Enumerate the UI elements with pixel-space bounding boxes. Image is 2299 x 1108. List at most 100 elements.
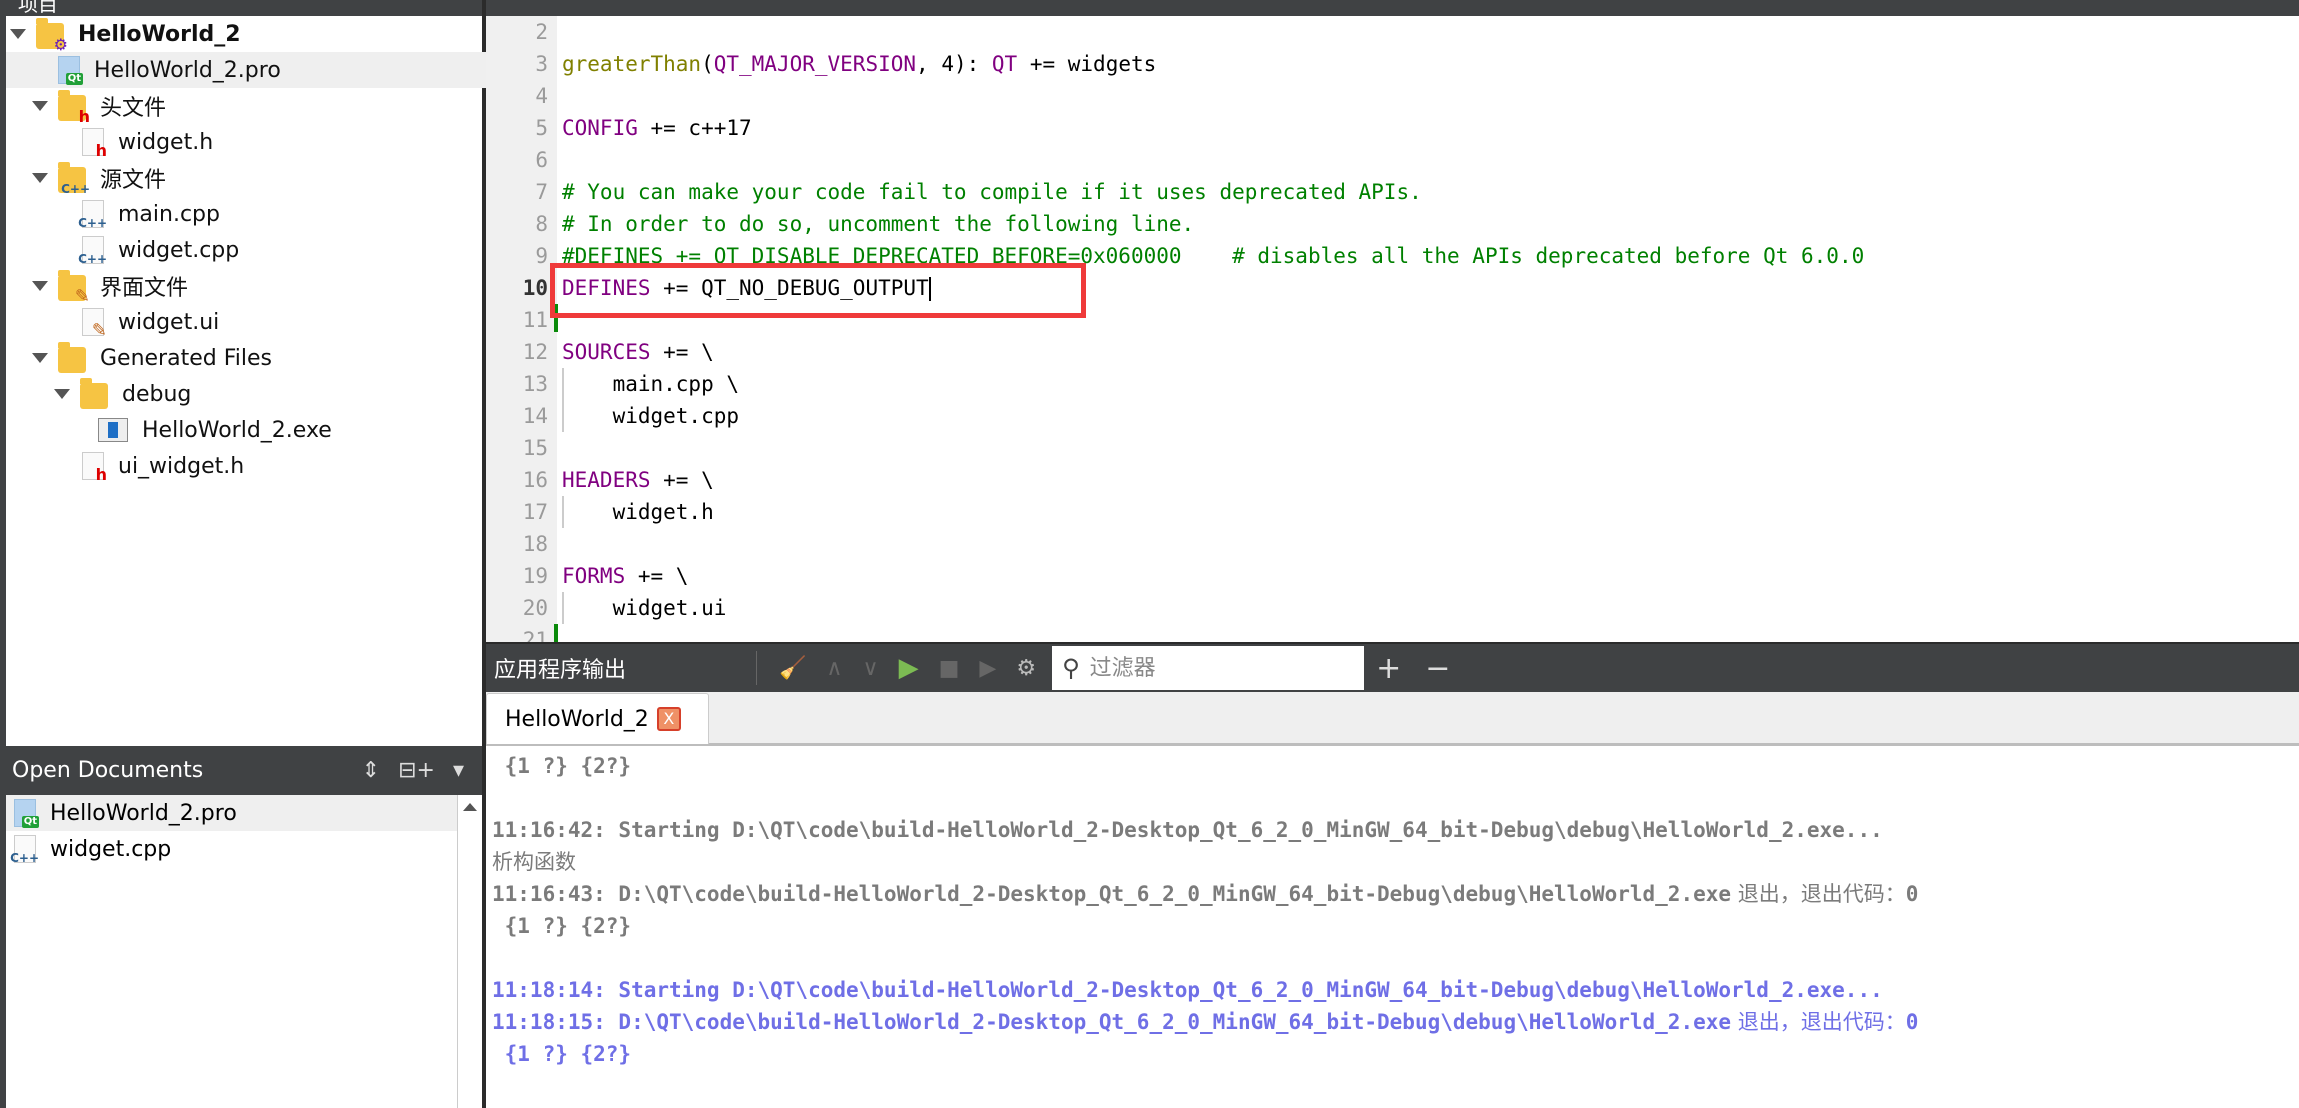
- attach-debugger-icon[interactable]: ▶: [979, 656, 996, 681]
- tree-item-forms-folder[interactable]: ✎ 界面文件: [6, 268, 508, 306]
- tree-item-widget-cpp[interactable]: C++ widget.cpp: [6, 232, 558, 268]
- line-number: 9: [535, 244, 548, 268]
- sort-updown-icon[interactable]: ⇕: [362, 758, 380, 783]
- tree-item-label: HelloWorld_2: [78, 21, 241, 47]
- expand-arrow-icon[interactable]: [54, 389, 70, 399]
- code-line-17[interactable]: widget.h: [562, 496, 714, 528]
- zoom-in-plus-icon[interactable]: +: [1376, 651, 1401, 686]
- stop-icon[interactable]: ■: [939, 656, 960, 681]
- cpp-file-icon: C++: [10, 835, 39, 864]
- tree-item-main-cpp[interactable]: C++ main.cpp: [6, 196, 558, 232]
- output-pane-toolbar: 应用程序输出 🧹 ∧ ∨ ▶ ■ ▶ ⚙ ⚲ + −: [486, 642, 2299, 692]
- header-file-icon: h: [82, 452, 107, 483]
- scrollbar-vertical[interactable]: [457, 795, 482, 1108]
- open-document-item[interactable]: Qt HelloWorld_2.pro: [6, 795, 458, 831]
- code-line-14[interactable]: widget.cpp: [562, 400, 739, 432]
- cpp-file-icon: C++: [78, 200, 107, 229]
- line-number: 16: [522, 468, 548, 492]
- tree-item-label: 源文件: [100, 168, 167, 193]
- project-panel-header: 项目: [0, 0, 482, 16]
- project-panel-title[interactable]: 项目: [18, 0, 58, 17]
- open-documents-header: Open Documents ⇕ ⊟+ ▾: [0, 746, 482, 795]
- tree-item-label: 头文件: [100, 96, 167, 121]
- expand-arrow-icon[interactable]: [32, 281, 48, 291]
- expand-arrow-icon[interactable]: [32, 353, 48, 363]
- tree-item-label: main.cpp: [118, 201, 220, 227]
- open-document-item[interactable]: C++ widget.cpp: [6, 831, 458, 867]
- output-tab-strip: HelloWorld_2 X: [486, 692, 2299, 746]
- token-text: += \: [650, 468, 714, 492]
- code-line-19[interactable]: FORMS += \: [562, 560, 688, 592]
- tree-item-project[interactable]: ⚙ HelloWorld_2: [6, 16, 486, 53]
- tree-item-label: ui_widget.h: [118, 453, 245, 479]
- code-line-3[interactable]: greaterThan(QT_MAJOR_VERSION, 4): QT += …: [562, 48, 1156, 80]
- open-document-label: HelloWorld_2.pro: [50, 800, 237, 826]
- line-number: 5: [535, 116, 548, 140]
- qt-pro-file-icon: Qt: [58, 56, 83, 85]
- tree-item-widget-ui[interactable]: ✎ widget.ui: [6, 304, 558, 340]
- filter-box[interactable]: ⚲: [1052, 646, 1365, 690]
- output-text: 11:18:15: D:\QT\code\build-HelloWorld_2-…: [492, 1010, 1732, 1034]
- line-number: 17: [522, 500, 548, 524]
- open-documents-list: Qt HelloWorld_2.pro C++ widget.cpp: [0, 795, 482, 1108]
- tree-item-generated-files[interactable]: Generated Files: [6, 340, 508, 376]
- zoom-out-minus-icon[interactable]: −: [1425, 651, 1450, 686]
- tree-item-debug-folder[interactable]: debug: [6, 376, 530, 412]
- expand-arrow-icon[interactable]: [32, 173, 48, 183]
- token-text: += c++17: [637, 116, 752, 140]
- expand-arrow-icon[interactable]: [32, 101, 48, 111]
- expand-arrow-icon[interactable]: [10, 29, 26, 39]
- code-editor[interactable]: [557, 16, 2299, 642]
- close-pane-dropdown-icon[interactable]: ▾: [453, 758, 464, 783]
- output-tab[interactable]: HelloWorld_2 X: [486, 693, 709, 744]
- output-exit-label: 退出，退出代码：: [1731, 882, 1906, 906]
- output-exit-label: 退出，退出代码：: [1731, 1010, 1906, 1034]
- tree-item-ui-widget-h[interactable]: h ui_widget.h: [6, 448, 558, 484]
- search-icon: ⚲: [1062, 654, 1080, 682]
- tree-item-sources-folder[interactable]: C++ 源文件: [6, 160, 508, 196]
- code-line-16[interactable]: HEADERS += \: [562, 464, 714, 496]
- tree-item-headers-folder[interactable]: h 头文件: [6, 88, 508, 125]
- code-line-12[interactable]: SOURCES += \: [562, 336, 714, 368]
- code-line-13[interactable]: main.cpp \: [562, 368, 739, 400]
- output-text: 11:16:43: D:\QT\code\build-HelloWorld_2-…: [492, 882, 1732, 906]
- line-number: 20: [522, 596, 548, 620]
- output-line: 11:16:42: Starting D:\QT\code\build-Hell…: [492, 818, 1883, 842]
- split-add-icon[interactable]: ⊟+: [398, 758, 435, 783]
- line-number: 3: [535, 52, 548, 76]
- previous-item-chevron-up-icon[interactable]: ∧: [826, 656, 842, 681]
- line-number: 10: [522, 276, 548, 300]
- change-marker: [554, 624, 558, 642]
- next-item-chevron-down-icon[interactable]: ∨: [863, 656, 879, 681]
- qt-pro-file-icon: Qt: [14, 799, 39, 828]
- close-tab-icon[interactable]: X: [656, 707, 681, 731]
- output-pane-title: 应用程序输出: [494, 658, 627, 683]
- tree-item-widget-h[interactable]: h widget.h: [6, 124, 558, 160]
- folder-icon: [58, 342, 86, 373]
- exit-code: 0: [1905, 1010, 1919, 1034]
- indent-guide: [562, 592, 564, 624]
- clear-output-broom-icon[interactable]: 🧹: [779, 656, 806, 681]
- token-punct: , 4):: [916, 52, 992, 76]
- scroll-up-arrow-icon[interactable]: [463, 803, 477, 811]
- cpp-file-icon: C++: [78, 236, 107, 265]
- settings-gear-icon[interactable]: ⚙: [1016, 656, 1036, 681]
- code-line-8[interactable]: # In order to do so, uncomment the follo…: [562, 208, 1194, 240]
- token-keyword: FORMS: [562, 564, 626, 588]
- rerun-play-icon[interactable]: ▶: [899, 653, 919, 683]
- filter-input[interactable]: [1087, 654, 1342, 682]
- code-line-20[interactable]: widget.ui: [562, 592, 727, 624]
- code-line-5[interactable]: CONFIG += c++17: [562, 112, 752, 144]
- token-punct: (: [701, 52, 714, 76]
- line-number: 18: [522, 532, 548, 556]
- tree-item-label: HelloWorld_2.pro: [94, 57, 281, 83]
- line-number: 4: [535, 84, 548, 108]
- tree-item-pro-file[interactable]: Qt HelloWorld_2.pro: [6, 52, 534, 88]
- application-output[interactable]: [486, 746, 2299, 1108]
- code-line-7[interactable]: # You can make your code fail to compile…: [562, 176, 1422, 208]
- line-number: 11: [522, 308, 548, 332]
- open-documents-title[interactable]: Open Documents: [12, 758, 362, 783]
- token-text: += \: [625, 564, 689, 588]
- indent-guide: [562, 368, 564, 432]
- token-keyword: QT_MAJOR_VERSION: [713, 52, 917, 76]
